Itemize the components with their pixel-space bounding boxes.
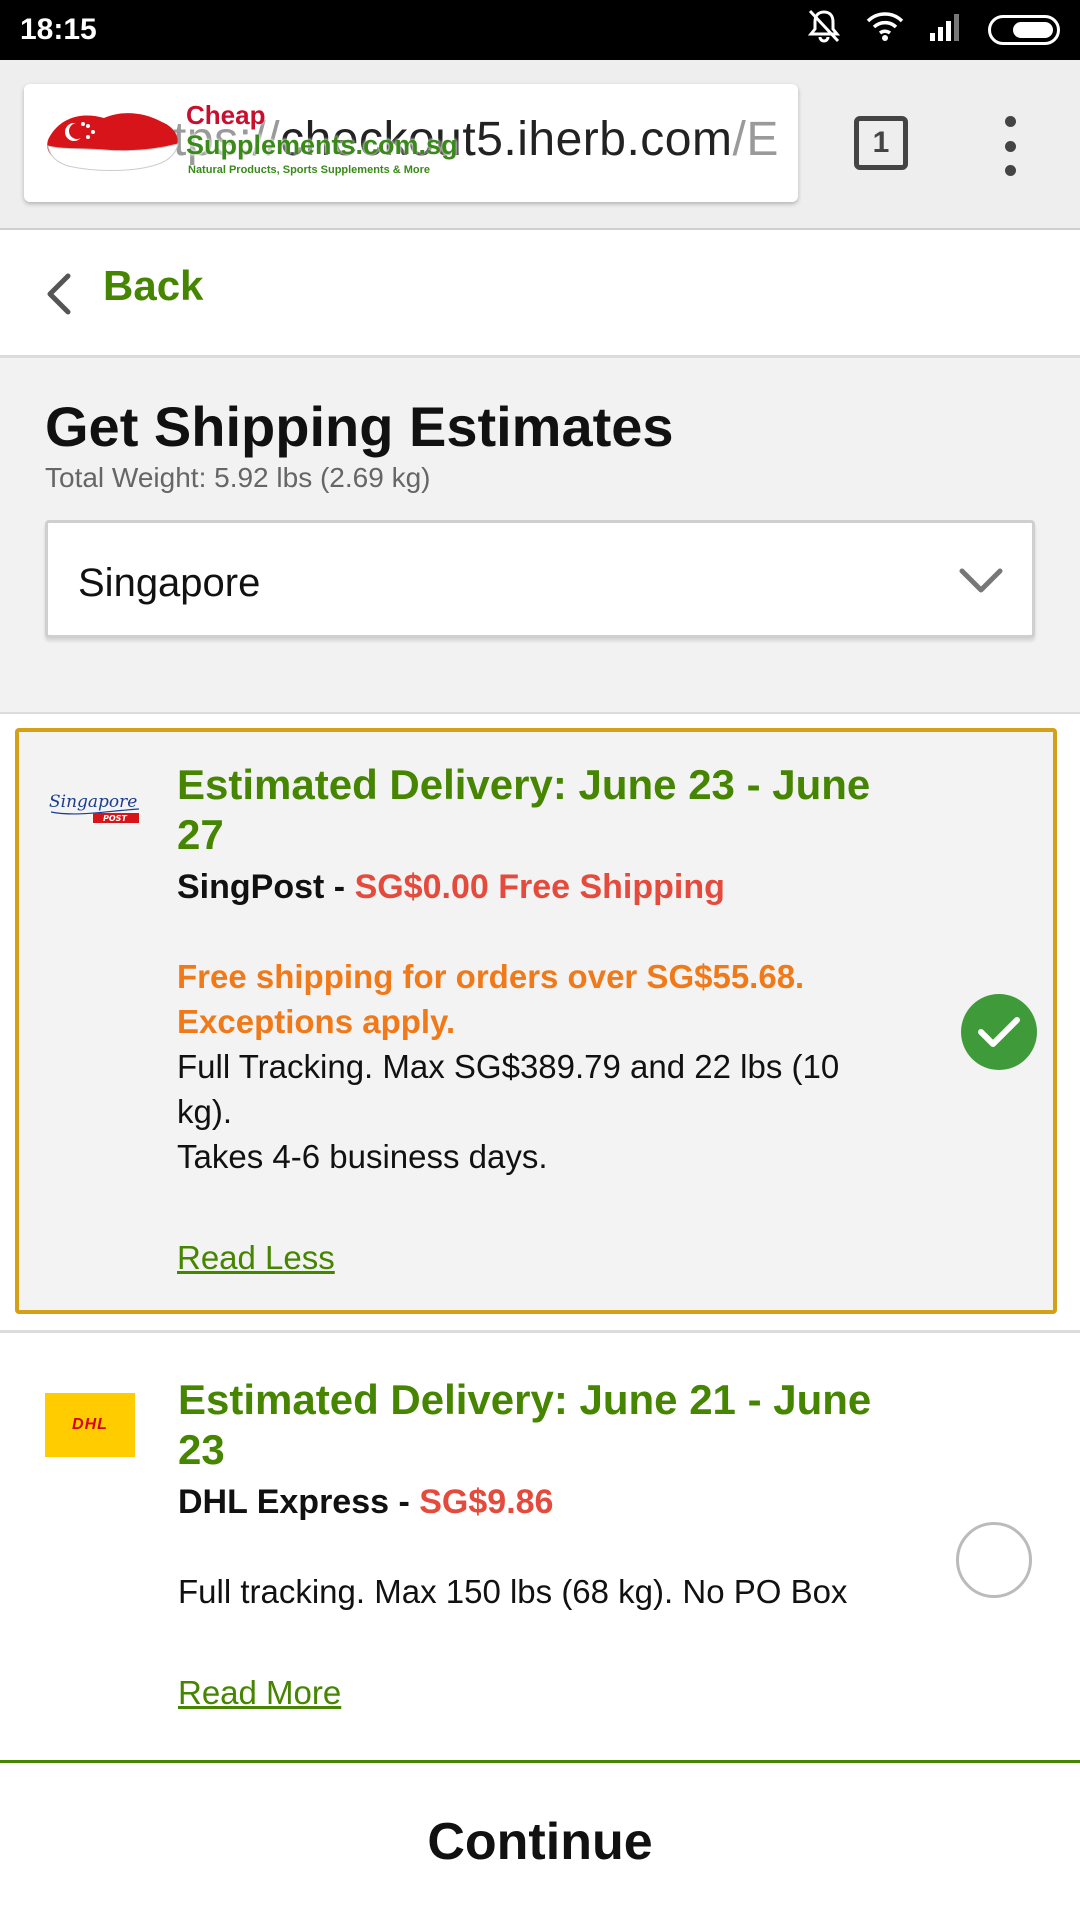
option-details: Estimated Delivery: June 21 - June 23 DH…	[178, 1375, 898, 1712]
tab-switcher-button[interactable]: 1	[854, 116, 908, 170]
read-less-link[interactable]: Read Less	[177, 1239, 335, 1277]
carrier-line: DHL Express - SG$9.86	[178, 1479, 898, 1525]
description-line: Full Tracking. Max SG$389.79 and 22 lbs …	[177, 1048, 840, 1085]
logo-tagline: Natural Products, Sports Supplements & M…	[188, 164, 431, 176]
logo-line-cheap: Cheap	[186, 100, 266, 130]
svg-text:POST: POST	[103, 814, 127, 823]
back-bar: Back	[0, 232, 1080, 358]
status-bar: 18:15	[0, 0, 1080, 60]
description-line: Full tracking. Max 150 lbs (68 kg). No P…	[178, 1573, 848, 1610]
menu-dot	[1004, 165, 1016, 176]
svg-text:Singapore: Singapore	[49, 792, 137, 812]
url-path: /E	[732, 113, 779, 166]
battery-icon	[988, 15, 1060, 45]
chevron-down-icon	[959, 568, 1003, 593]
shipping-estimates-header: Get Shipping Estimates Total Weight: 5.9…	[0, 358, 1080, 714]
chevron-left-icon[interactable]	[40, 272, 80, 316]
clock: 18:15	[20, 13, 97, 46]
back-button[interactable]: Back	[103, 262, 203, 310]
status-icons	[806, 9, 1060, 51]
description-line: Takes 4-6 business days.	[177, 1138, 548, 1175]
option-description: Full tracking. Max 150 lbs (68 kg). No P…	[178, 1569, 898, 1614]
promo-line: Exceptions apply.	[177, 1003, 456, 1040]
dhl-logo: DHL	[45, 1393, 135, 1457]
menu-dot	[1004, 140, 1016, 152]
promo-text: Free shipping for orders over SG$55.68. …	[177, 954, 897, 1044]
shipping-price: SG$0.00 Free Shipping	[354, 868, 725, 906]
browser-menu-button[interactable]	[990, 116, 1030, 176]
browser-toolbar: https://checkout5.iherb.com/E Cheap Supp…	[0, 60, 1080, 230]
menu-dot	[1004, 116, 1016, 127]
estimated-delivery: Estimated Delivery: June 21 - June 23	[178, 1375, 898, 1475]
estimated-delivery-line: 27	[177, 811, 224, 858]
signal-icon	[928, 11, 964, 49]
logo-line-domain: Supplements.com.sg	[186, 130, 458, 160]
option-details: Estimated Delivery: June 23 - June 27 Si…	[177, 760, 897, 1277]
carrier-line: SingPost - SG$0.00 Free Shipping	[177, 864, 897, 910]
estimated-delivery-line: 23	[178, 1426, 225, 1473]
mute-icon	[806, 9, 842, 51]
watermark-logo: Cheap Supplements.com.sg Natural Product…	[36, 92, 458, 192]
estimated-delivery-line: Estimated Delivery: June 23 - June	[177, 761, 871, 808]
shipping-price: SG$9.86	[419, 1483, 554, 1521]
read-more-link[interactable]: Read More	[178, 1674, 341, 1712]
singapore-post-logo: Singapore POST	[49, 792, 140, 823]
selected-radio[interactable]	[961, 994, 1037, 1070]
continue-label: Continue	[427, 1812, 653, 1871]
estimated-delivery: Estimated Delivery: June 23 - June 27	[177, 760, 897, 860]
carrier-name: SingPost -	[177, 868, 346, 906]
checkmark-icon	[978, 1017, 1020, 1047]
page-title: Get Shipping Estimates	[45, 395, 674, 458]
total-weight: Total Weight: 5.92 lbs (2.69 kg)	[45, 462, 431, 493]
unselected-radio[interactable]	[956, 1522, 1032, 1598]
address-bar[interactable]: https://checkout5.iherb.com/E Cheap Supp…	[24, 84, 798, 202]
description-line: kg).	[177, 1093, 233, 1130]
wifi-icon	[866, 11, 904, 49]
estimated-delivery-line: Estimated Delivery: June 21 - June	[178, 1376, 872, 1423]
dhl-logo-text: DHL	[72, 1416, 108, 1433]
country-select-value: Singapore	[78, 561, 261, 605]
singapore-map-flag-icon	[47, 113, 179, 171]
shipping-option-dhl[interactable]: DHL Estimated Delivery: June 21 - June 2…	[0, 1330, 1080, 1760]
shipping-option-singpost[interactable]: Singapore POST Estimated Delivery: June …	[15, 728, 1057, 1314]
option-description: Full Tracking. Max SG$389.79 and 22 lbs …	[177, 1044, 897, 1179]
promo-line: Free shipping for orders over SG$55.68.	[177, 958, 805, 995]
carrier-name: DHL Express -	[178, 1483, 410, 1521]
country-select[interactable]: Singapore	[45, 520, 1035, 638]
continue-button[interactable]: Continue	[0, 1760, 1080, 1920]
